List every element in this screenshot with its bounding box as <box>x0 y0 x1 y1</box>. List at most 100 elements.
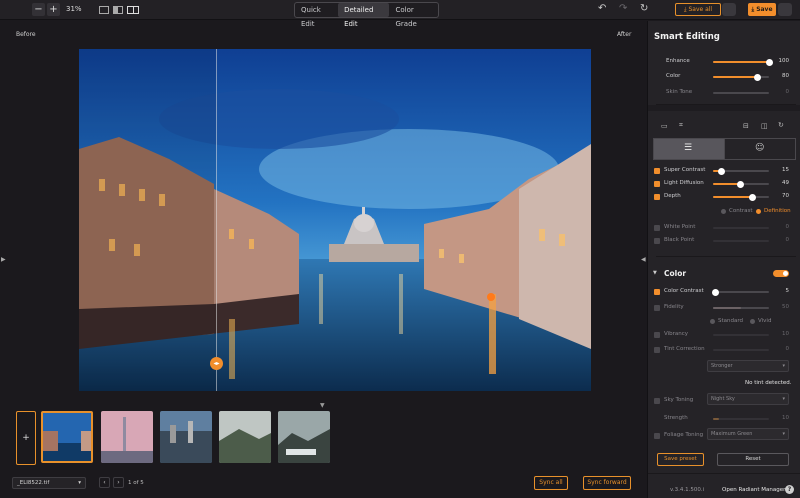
zoom-in-button[interactable]: + <box>47 3 60 16</box>
after-label: After <box>617 31 632 38</box>
tab-adjustments[interactable]: ☰ <box>653 138 725 160</box>
super-contrast-checkbox[interactable] <box>654 168 660 174</box>
depth-checkbox[interactable] <box>654 194 660 200</box>
enhance-slider[interactable] <box>713 58 773 66</box>
thumbnail[interactable] <box>101 411 153 463</box>
depth-slider[interactable] <box>713 193 769 201</box>
flip-vertical-icon[interactable]: ⊟ <box>743 122 749 130</box>
skin-tone-slider[interactable] <box>713 92 769 94</box>
color-contrast-checkbox[interactable] <box>654 289 660 295</box>
top-toolbar: − + 31% Quick Edit Detailed Edit Color G… <box>0 0 800 28</box>
save-preset-button[interactable]: Save preset <box>657 453 704 466</box>
tint-select-value: Stronger <box>711 363 733 369</box>
definition-radio[interactable] <box>756 209 761 214</box>
light-diffusion-checkbox[interactable] <box>654 181 660 187</box>
color-contrast-slider[interactable] <box>712 288 769 296</box>
rotate-icon[interactable]: ↻ <box>778 121 784 129</box>
save-options-icon[interactable] <box>778 3 792 16</box>
collapse-right-icon[interactable]: ◀ <box>641 256 646 263</box>
super-contrast-slider[interactable] <box>713 167 769 175</box>
thumbnail[interactable] <box>160 411 212 463</box>
save-all-options-icon[interactable] <box>722 3 736 16</box>
fidelity-label: Fidelity <box>664 304 684 310</box>
tint-select[interactable]: Stronger ▾ <box>707 360 789 372</box>
chevron-down-icon: ▾ <box>782 363 785 369</box>
save-button[interactable]: ⤓ Save <box>748 3 776 16</box>
tint-correction-checkbox[interactable] <box>654 347 660 353</box>
redo-icon[interactable]: ↷ <box>619 3 627 14</box>
skin-tone-label: Skin Tone <box>666 89 693 95</box>
foliage-toning-select[interactable]: Maximum Green ▾ <box>707 428 789 440</box>
filmstrip-toggle-icon[interactable]: ▼ <box>320 402 325 409</box>
white-point-slider[interactable] <box>713 227 769 229</box>
next-page-button[interactable]: › <box>113 477 124 488</box>
color-slider[interactable] <box>713 73 769 81</box>
light-diffusion-label: Light Diffusion <box>664 180 704 186</box>
help-icon[interactable]: ? <box>785 485 794 494</box>
fidelity-slider[interactable] <box>713 307 769 309</box>
tab-portrait[interactable]: ☺ <box>724 138 796 160</box>
main-photo[interactable] <box>79 49 591 391</box>
crop-icon[interactable]: ⌗ <box>679 121 683 130</box>
thumbnail[interactable] <box>41 411 93 463</box>
tab-detailed-edit[interactable]: Detailed Edit <box>338 3 390 28</box>
thumbnail-image <box>219 411 271 463</box>
flip-horizontal-icon[interactable]: ◫ <box>761 122 768 130</box>
save-all-button[interactable]: ⤓ Save all <box>675 3 721 16</box>
tint-correction-label: Tint Correction <box>664 346 705 352</box>
zoom-out-button[interactable]: − <box>32 3 45 16</box>
white-point-label: White Point <box>664 224 696 230</box>
thumbnail[interactable] <box>219 411 271 463</box>
color-section-toggle[interactable] <box>773 270 789 277</box>
fidelity-checkbox[interactable] <box>654 305 660 311</box>
depth-label: Depth <box>664 193 681 199</box>
sky-toning-label: Sky Toning <box>664 397 694 403</box>
tint-correction-slider[interactable] <box>713 349 769 351</box>
thumbnail[interactable] <box>278 411 330 463</box>
open-manager-link[interactable]: Open Radiant Manager <box>722 487 785 493</box>
image-icon[interactable]: ▭ <box>661 122 668 130</box>
contrast-radio[interactable] <box>721 209 726 214</box>
split-view-icon[interactable] <box>113 6 123 14</box>
compare-split-line[interactable] <box>216 49 217 391</box>
black-point-checkbox[interactable] <box>654 238 660 244</box>
add-image-button[interactable]: + <box>16 411 36 465</box>
foliage-toning-checkbox[interactable] <box>654 433 660 439</box>
tint-status: No tint detected. <box>745 380 792 386</box>
file-select[interactable]: _ELI8522.tif ▾ <box>12 477 86 489</box>
vibrancy-checkbox[interactable] <box>654 332 660 338</box>
tab-quick-edit[interactable]: Quick Edit <box>295 3 338 28</box>
chevron-down-icon: ▾ <box>782 431 785 437</box>
split-drag-handle-icon[interactable]: ◂▸ <box>210 357 223 370</box>
sliders-icon: ☰ <box>684 143 693 153</box>
standard-radio-label: Standard <box>718 318 744 324</box>
undo-icon[interactable]: ↶ <box>598 3 606 14</box>
single-view-icon[interactable] <box>99 6 109 14</box>
divider <box>648 473 800 474</box>
collapse-left-icon[interactable]: ▶ <box>1 256 6 263</box>
reset-icon[interactable]: ↻ <box>640 3 648 14</box>
sync-all-button[interactable]: Sync all <box>534 476 568 490</box>
sky-toning-checkbox[interactable] <box>654 398 660 404</box>
venice-canal-image <box>79 49 591 391</box>
standard-radio[interactable] <box>710 319 715 324</box>
sky-toning-select[interactable]: Night Sky ▾ <box>707 393 789 405</box>
color-section-title: Color <box>664 269 687 278</box>
strength-slider[interactable] <box>713 418 769 420</box>
strength-label: Strength <box>664 415 688 421</box>
tab-color-grade[interactable]: Color Grade <box>389 3 438 28</box>
sky-toning-value: Night Sky <box>711 396 735 402</box>
enhance-value: 100 <box>778 58 790 64</box>
sync-forward-button[interactable]: Sync forward <box>583 476 631 490</box>
chevron-down-icon: ▾ <box>782 396 785 402</box>
vivid-radio[interactable] <box>750 319 755 324</box>
chevron-down-icon[interactable]: ▼ <box>653 270 657 276</box>
compare-view-icon[interactable] <box>127 6 139 14</box>
reset-button[interactable]: Reset <box>717 453 789 466</box>
black-point-slider[interactable] <box>713 240 769 242</box>
white-point-checkbox[interactable] <box>654 225 660 231</box>
vibrancy-slider[interactable] <box>713 334 769 336</box>
prev-page-button[interactable]: ‹ <box>99 477 110 488</box>
skin-tone-value: 0 <box>785 89 790 95</box>
light-diffusion-slider[interactable] <box>713 180 769 188</box>
